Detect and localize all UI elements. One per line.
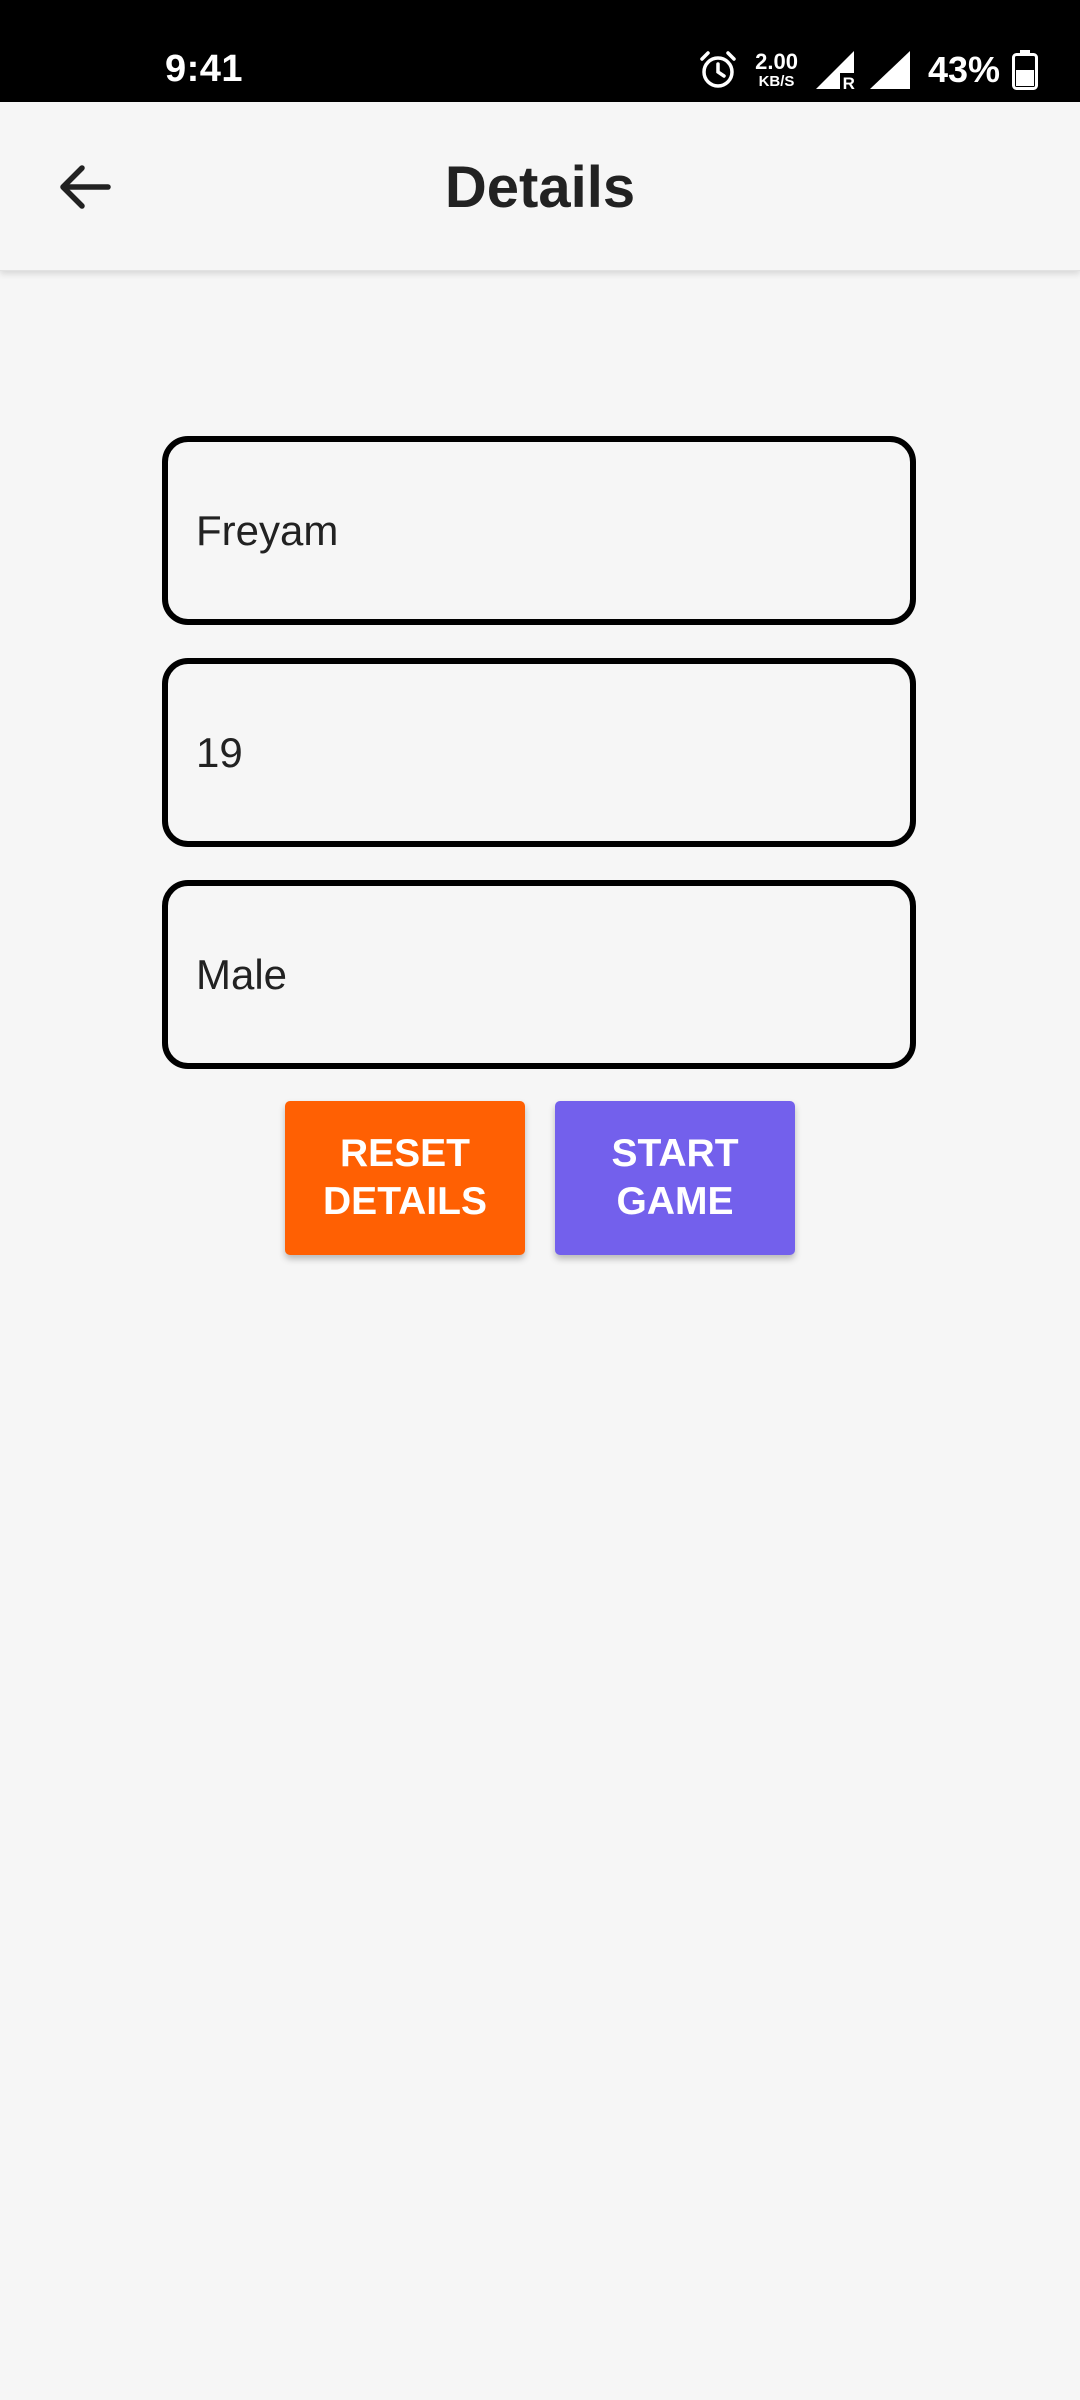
signal-roaming-icon: R xyxy=(814,49,856,93)
app-bar: Details xyxy=(0,102,1080,271)
network-speed-unit: KB/S xyxy=(758,73,795,90)
battery-icon xyxy=(1012,50,1038,90)
reset-details-label-line1: RESET xyxy=(339,1132,471,1175)
age-input[interactable] xyxy=(196,664,886,841)
gender-field[interactable] xyxy=(162,880,916,1069)
battery-percent: 43% xyxy=(927,49,1000,90)
name-field[interactable] xyxy=(162,436,916,625)
alarm-icon xyxy=(697,49,739,91)
start-game-button[interactable]: START GAME xyxy=(555,1101,795,1255)
network-speed: 2.00 KB/S xyxy=(755,49,798,90)
network-speed-value: 2.00 xyxy=(755,49,798,74)
gender-input[interactable] xyxy=(196,886,886,1063)
reset-details-label-line2: DETAILS xyxy=(323,1180,487,1223)
roaming-indicator: R xyxy=(842,74,855,93)
status-time: 9:41 xyxy=(165,48,244,90)
signal-icon xyxy=(868,49,912,91)
status-bar: 9:41 2.00 KB/S R 43% xyxy=(0,0,1080,102)
name-input[interactable] xyxy=(196,442,886,619)
start-game-label-line1: START xyxy=(611,1132,739,1175)
screen: 9:41 2.00 KB/S R 43% Details Freyam 19 M… xyxy=(0,0,1080,2400)
reset-details-button[interactable]: RESET DETAILS xyxy=(285,1101,525,1255)
age-field[interactable] xyxy=(162,658,916,847)
status-icons: 2.00 KB/S R 43% xyxy=(697,44,1038,96)
page-title: Details xyxy=(444,155,636,220)
start-game-label-line2: GAME xyxy=(616,1180,734,1223)
